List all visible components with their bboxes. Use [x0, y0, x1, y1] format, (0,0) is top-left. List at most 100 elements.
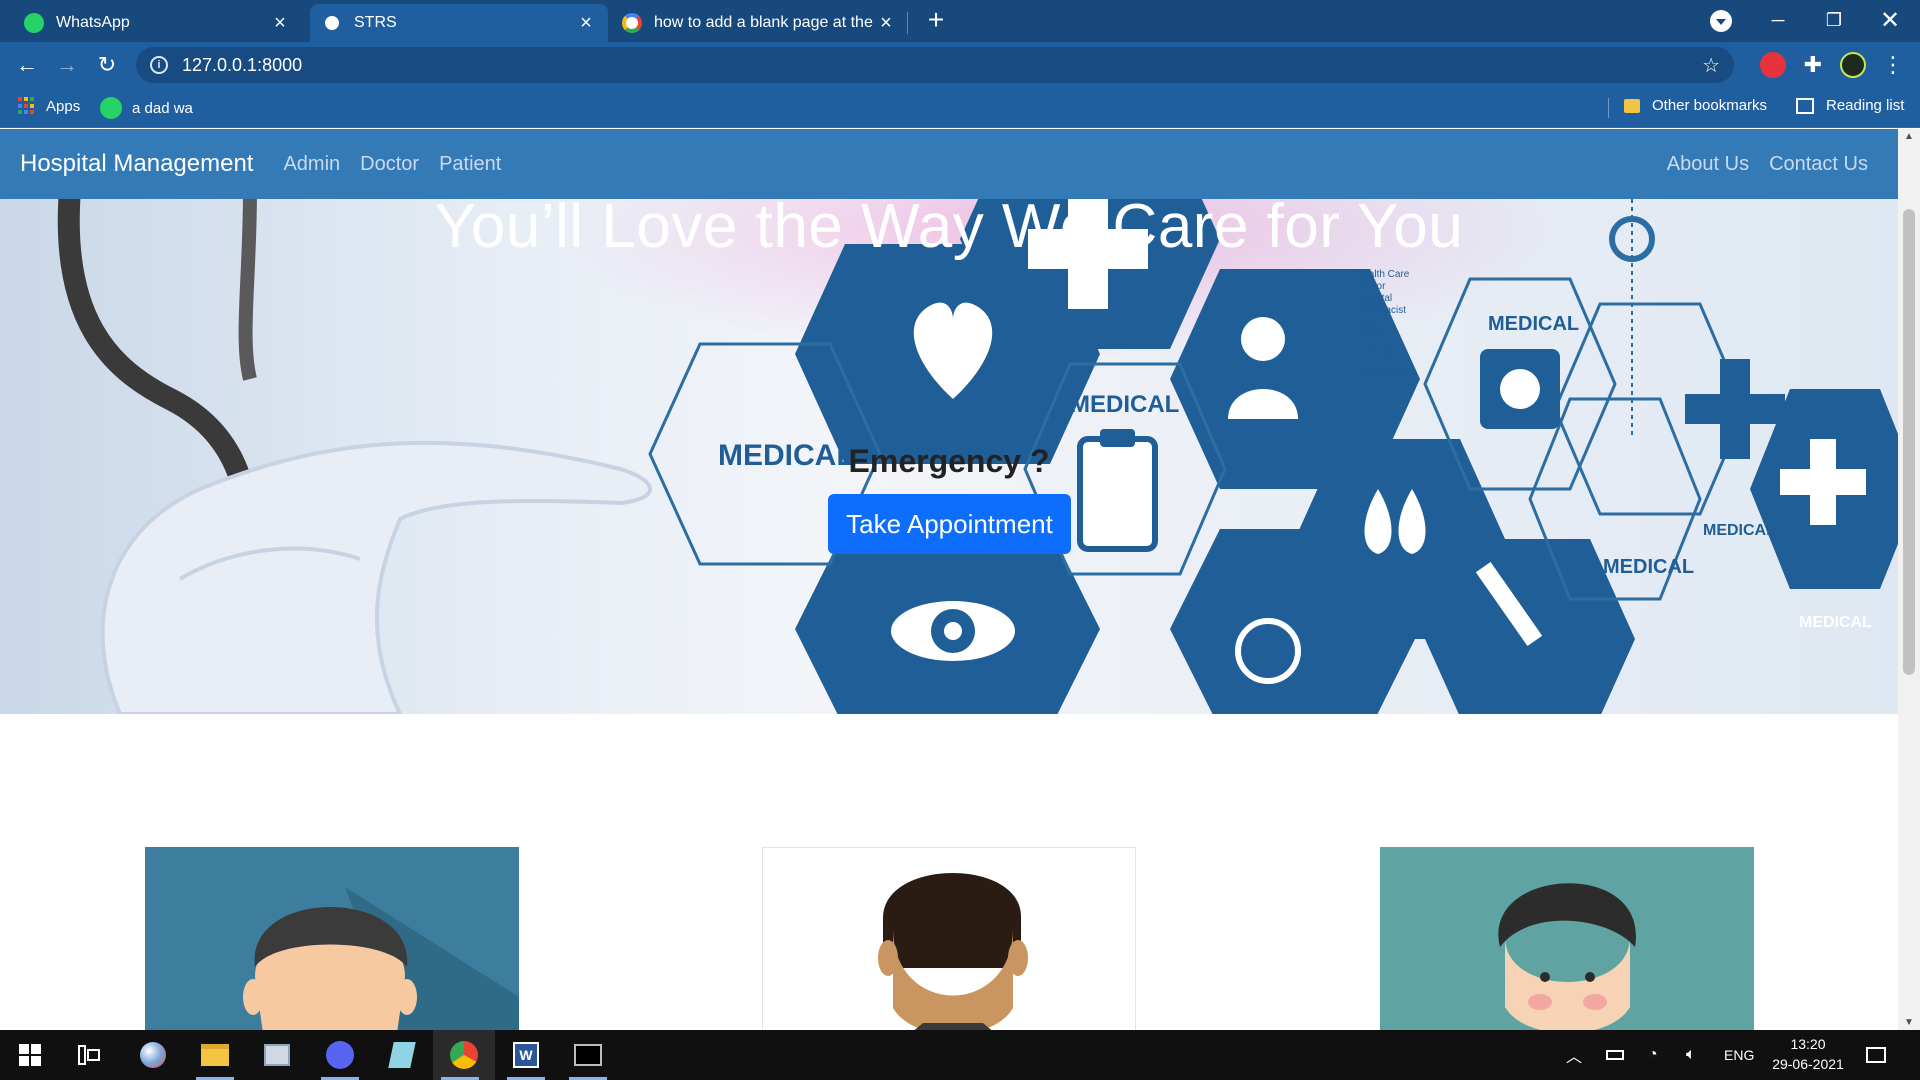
taskbar-paint[interactable] [126, 1030, 180, 1080]
reload-button[interactable]: ↻ [92, 50, 122, 80]
close-icon[interactable]: × [270, 12, 290, 35]
tab-title: WhatsApp [56, 14, 130, 31]
hero-title: You’ll Love the Way We Care for You [434, 199, 1464, 261]
nav-contact-us[interactable]: Contact Us [1769, 153, 1868, 176]
tab-strs[interactable]: STRS × [310, 4, 608, 42]
doctor-card-1[interactable] [145, 847, 519, 1030]
bookmark-a-dad-wa[interactable]: a dad wa [100, 97, 193, 119]
tab-separator [907, 12, 908, 34]
menu-kebab-icon[interactable]: ⋮ [1880, 52, 1906, 78]
google-icon [622, 13, 642, 33]
language-indicator[interactable]: ENG [1724, 1030, 1754, 1080]
bookmark-label: Other bookmarks [1652, 97, 1768, 114]
taskbar-notes[interactable] [375, 1030, 429, 1080]
graphic-list-item: Pharmacist [1356, 305, 1406, 316]
site-info-icon[interactable]: i [150, 56, 168, 74]
chevron-up-icon[interactable]: ︿ [1566, 1043, 1582, 1067]
forward-button[interactable]: → [52, 50, 82, 80]
avatar-hair [1498, 883, 1636, 947]
tab-whatsapp[interactable]: WhatsApp × [12, 4, 302, 42]
whatsapp-icon [100, 97, 122, 119]
tab-search-icon[interactable] [1710, 10, 1732, 32]
site-navbar: Hospital Management Admin Doctor Patient… [0, 129, 1898, 199]
wifi-icon[interactable]: ◔ [1648, 1046, 1658, 1064]
clock-time: 13:20 [1790, 1036, 1826, 1052]
reading-list[interactable]: Reading list [1796, 97, 1904, 114]
graphic-list-item: Emergency [1356, 365, 1407, 376]
volume-status[interactable]: 🔈︎ [1686, 1030, 1696, 1080]
doctor-avatar-3 [1498, 883, 1636, 1030]
minimize-button[interactable]: ─ [1750, 0, 1806, 40]
emergency-heading: Emergency ? [848, 443, 1050, 479]
hero-banner: MEDICAL MEDICAL MEDICAL MEDICAL MEDICAL … [0, 199, 1898, 714]
taskbar-word[interactable]: W [499, 1030, 553, 1080]
take-appointment-button[interactable]: Take Appointment [828, 494, 1071, 554]
nav-right-group: About Us Contact Us [1647, 129, 1868, 199]
close-icon[interactable]: × [876, 12, 896, 35]
hex-label: MEDICAL [1488, 313, 1579, 335]
folder-icon [201, 1044, 229, 1066]
bookmark-other[interactable]: Other bookmarks [1624, 97, 1767, 114]
terminal-icon [574, 1044, 602, 1066]
nav-admin[interactable]: Admin [283, 153, 340, 176]
network-status[interactable]: ◔ [1648, 1030, 1658, 1080]
bookmark-label: Apps [46, 97, 81, 115]
site-brand[interactable]: Hospital Management [20, 150, 253, 178]
back-button[interactable]: ← [12, 50, 42, 80]
taskbar-chrome[interactable] [433, 1030, 495, 1080]
extensions-puzzle-icon[interactable]: ✚ [1800, 52, 1826, 78]
notifications-button[interactable] [1866, 1030, 1886, 1080]
extension-icon[interactable] [1760, 52, 1786, 78]
battery-status[interactable] [1606, 1030, 1624, 1080]
close-window-button[interactable]: ✕ [1862, 0, 1918, 40]
address-bar[interactable]: i 127.0.0.1:8000 ☆ [136, 47, 1734, 83]
graphic-list-item: Hospital [1356, 293, 1392, 304]
close-icon[interactable]: × [576, 12, 596, 35]
doctor-avatar-1 [243, 887, 519, 1030]
tab-title: STRS [354, 14, 397, 31]
task-view-button[interactable] [62, 1030, 116, 1080]
windows-taskbar: W ︿ ◔ 🔈︎ ENG 13:20 29-06-2021 [0, 1030, 1920, 1080]
tab-google-search[interactable]: how to add a blank page at the t × [610, 4, 908, 42]
avatar-face [1505, 937, 1630, 1030]
start-button[interactable] [3, 1030, 57, 1080]
scrollbar-thumb[interactable] [1903, 209, 1915, 675]
taskbar-discord[interactable] [313, 1030, 367, 1080]
graphic-list-item: Nurse [1356, 317, 1383, 328]
bookmark-star-icon[interactable]: ☆ [1702, 53, 1720, 78]
system-clock[interactable]: 13:20 29-06-2021 [1768, 1034, 1848, 1074]
hex-label: MEDICAL [1070, 391, 1179, 418]
bookmark-apps[interactable]: Apps [18, 97, 80, 115]
taskbar-terminal[interactable] [561, 1030, 615, 1080]
reading-list-icon [1796, 97, 1814, 114]
doctor-avatar-2 [878, 873, 1028, 1030]
avatar-ear [397, 979, 417, 1015]
browser-tab-strip: WhatsApp × STRS × how to add a blank pag… [0, 0, 1920, 42]
hexagon-wheelchair [1170, 529, 1420, 714]
restore-button[interactable]: ❐ [1806, 0, 1862, 40]
scroll-up-arrow-icon[interactable]: ▲ [1898, 131, 1920, 142]
new-tab-button[interactable]: + [922, 6, 950, 34]
speaker-icon[interactable]: 🔈︎ [1686, 1046, 1696, 1064]
doctor-card-2[interactable] [762, 847, 1136, 1030]
hex-label: MEDICAL [1703, 522, 1776, 539]
whatsapp-icon [24, 13, 44, 33]
taskbar-file-explorer[interactable] [188, 1030, 242, 1080]
avatar-hair [883, 873, 1022, 968]
scroll-down-arrow-icon[interactable]: ▼ [1898, 1017, 1920, 1028]
battery-icon[interactable] [1606, 1050, 1624, 1060]
nav-patient[interactable]: Patient [439, 153, 501, 176]
page-scrollbar[interactable]: ▲ ▼ [1898, 129, 1920, 1030]
chrome-icon [450, 1041, 478, 1069]
avatar-eye [1585, 972, 1595, 982]
show-hidden-icons[interactable]: ︿ [1566, 1030, 1582, 1080]
task-view-icon [78, 1045, 100, 1065]
nav-doctor[interactable]: Doctor [360, 153, 419, 176]
paint-palette-icon [140, 1042, 166, 1068]
doctor-card-3[interactable] [1380, 847, 1754, 1030]
profile-avatar[interactable] [1840, 52, 1866, 78]
photos-icon [264, 1044, 290, 1066]
taskbar-photos[interactable] [250, 1030, 304, 1080]
nav-about-us[interactable]: About Us [1667, 153, 1749, 176]
graphic-list-item: Doctor [1356, 281, 1386, 292]
